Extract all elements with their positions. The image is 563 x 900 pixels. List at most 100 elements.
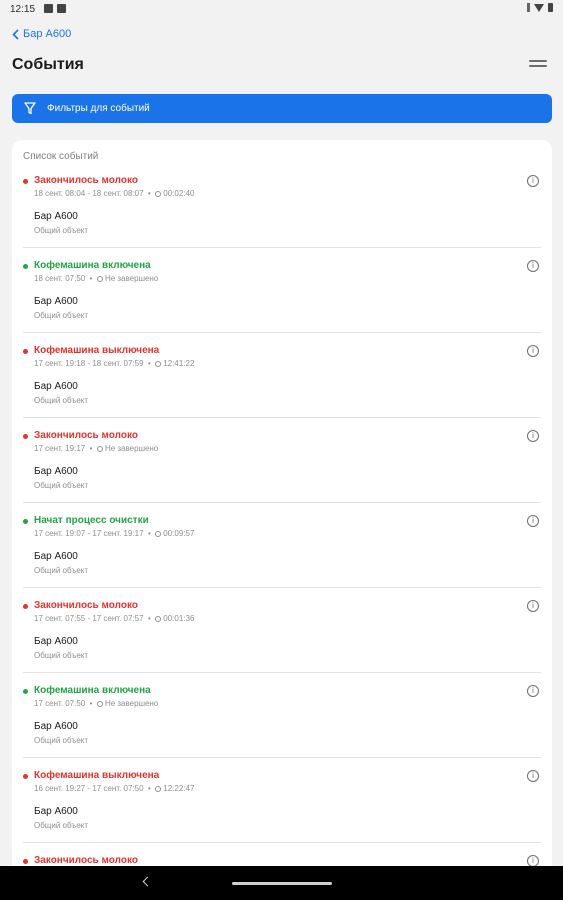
event-duration: Не завершено — [104, 699, 159, 708]
chevron-left-icon — [12, 28, 19, 40]
event-object: Бар A600 — [34, 466, 78, 477]
event-item[interactable]: Кофемашина выключена 16 сент. 19:27 - 17… — [12, 770, 552, 855]
home-gesture-bar[interactable] — [232, 882, 332, 885]
event-item[interactable]: Закончилось молоко 17 сент. 19:17 • Не з… — [12, 430, 552, 515]
event-name: Закончилось молоко — [34, 175, 138, 186]
clock-icon — [96, 701, 103, 707]
event-name: Закончилось молоко — [34, 430, 138, 441]
event-meta: 17 сент. 19:17 • Не завершено — [34, 444, 159, 453]
event-time: 17 сент. 07:50 — [34, 699, 86, 708]
info-circle-icon[interactable]: i — [527, 430, 539, 442]
clock-icon — [96, 276, 103, 282]
info-circle-icon[interactable]: i — [527, 685, 539, 697]
event-name: Начат процесс очистки — [34, 515, 149, 526]
event-meta: 17 сент. 19:07 - 17 сент. 19:17 • 00:09:… — [34, 529, 195, 538]
event-name: Кофемашина включена — [34, 685, 151, 696]
event-time: 18 сент. 08:04 - 18 сент. 08:07 — [34, 189, 144, 198]
event-object: Бар A600 — [34, 806, 78, 817]
nav-back-icon[interactable] — [142, 876, 153, 887]
notification-icons — [44, 4, 66, 13]
event-duration: 12:22:47 — [163, 784, 195, 793]
event-object: Бар A600 — [34, 296, 78, 307]
event-object-type: Общий объект — [34, 736, 89, 745]
status-dot — [23, 604, 28, 609]
status-dot — [23, 859, 28, 864]
funnel-filter-icon — [24, 102, 36, 115]
clock-icon — [155, 786, 162, 792]
event-object-type: Общий объект — [34, 481, 89, 490]
status-dot — [23, 264, 28, 269]
event-object: Бар A600 — [34, 551, 78, 562]
event-meta: 18 сент. 08:04 - 18 сент. 08:07 • 00:02:… — [34, 189, 195, 198]
event-item[interactable]: Начат процесс очистки 17 сент. 19:07 - 1… — [12, 515, 552, 600]
hamburger-menu-button[interactable] — [529, 60, 547, 68]
event-duration: Не завершено — [104, 444, 159, 453]
event-object: Бар A600 — [34, 381, 78, 392]
event-time: 18 сент. 07:50 — [34, 274, 86, 283]
divider — [23, 587, 541, 588]
event-name: Кофемашина включена — [34, 260, 151, 271]
event-item[interactable]: Закончилось молоко 17 сент. 07:55 - 17 с… — [12, 600, 552, 685]
gallery-notification-icon — [57, 4, 66, 13]
status-dot — [23, 689, 28, 694]
event-time: 17 сент. 19:17 — [34, 444, 86, 453]
event-object-type: Общий объект — [34, 226, 89, 235]
event-object-type: Общий объект — [34, 651, 89, 660]
event-item[interactable]: Закончилось молоко 18 сент. 08:04 - 18 с… — [12, 175, 552, 260]
event-duration: 12:41:22 — [163, 359, 195, 368]
event-item[interactable]: Кофемашина выключена 17 сент. 19:18 - 18… — [12, 345, 552, 430]
status-dot — [23, 519, 28, 524]
page-title: События — [12, 56, 84, 73]
status-dot — [23, 179, 28, 184]
divider — [23, 332, 541, 333]
wifi-icon — [534, 3, 544, 12]
clock-icon — [155, 616, 162, 622]
divider — [23, 672, 541, 673]
filter-events-button[interactable]: Фильтры для событий — [12, 94, 552, 123]
event-name: Кофемашина выключена — [34, 770, 160, 781]
battery-icon — [548, 3, 553, 12]
event-name: Закончилось молоко — [34, 855, 138, 866]
status-time: 12:15 — [10, 4, 36, 15]
event-duration: Не завершено — [104, 274, 159, 283]
info-circle-icon[interactable]: i — [527, 175, 539, 187]
event-item[interactable]: Кофемашина включена 17 сент. 07:50 • Не … — [12, 685, 552, 770]
event-time: 16 сент. 19:27 - 17 сент. 07:50 — [34, 784, 144, 793]
vibrate-icon — [527, 3, 530, 12]
event-object-type: Общий объект — [34, 821, 89, 830]
hamburger-menu-line — [529, 65, 547, 67]
event-duration: 00:02:40 — [163, 189, 195, 198]
event-meta: 18 сент. 07:50 • Не завершено — [34, 274, 159, 283]
event-meta: 16 сент. 19:27 - 17 сент. 07:50 • 12:22:… — [34, 784, 195, 793]
info-circle-icon[interactable]: i — [527, 515, 539, 527]
divider — [23, 417, 541, 418]
system-icons — [527, 3, 553, 12]
info-circle-icon[interactable]: i — [527, 770, 539, 782]
events-list: Список событий Закончилось молоко 18 сен… — [12, 140, 552, 880]
event-time: 17 сент. 19:18 - 18 сент. 07:59 — [34, 359, 144, 368]
divider — [23, 247, 541, 248]
back-label: Бар A600 — [23, 28, 72, 40]
event-time: 17 сент. 07:55 - 17 сент. 07:57 — [34, 614, 144, 623]
clock-icon — [155, 361, 162, 367]
back-button[interactable]: Бар A600 — [12, 28, 71, 40]
clock-icon — [96, 446, 103, 452]
info-circle-icon[interactable]: i — [527, 600, 539, 612]
event-item[interactable]: Кофемашина включена 18 сент. 07:50 • Не … — [12, 260, 552, 345]
filter-button-label: Фильтры для событий — [47, 103, 150, 114]
hamburger-menu-icon — [529, 60, 547, 62]
event-name: Кофемашина выключена — [34, 345, 160, 356]
event-meta: 17 сент. 19:18 - 18 сент. 07:59 • 12:41:… — [34, 359, 195, 368]
info-circle-icon[interactable]: i — [527, 260, 539, 272]
clock-icon — [155, 191, 162, 197]
events-list-title: Список событий — [23, 151, 99, 162]
status-dot — [23, 774, 28, 779]
divider — [23, 842, 541, 843]
status-bar: 12:15 — [0, 0, 563, 18]
event-object-type: Общий объект — [34, 311, 89, 320]
event-name: Закончилось молоко — [34, 600, 138, 611]
divider — [23, 757, 541, 758]
clock-icon — [155, 531, 162, 537]
info-circle-icon[interactable]: i — [527, 345, 539, 357]
event-meta: 17 сент. 07:55 - 17 сент. 07:57 • 00:01:… — [34, 614, 195, 623]
